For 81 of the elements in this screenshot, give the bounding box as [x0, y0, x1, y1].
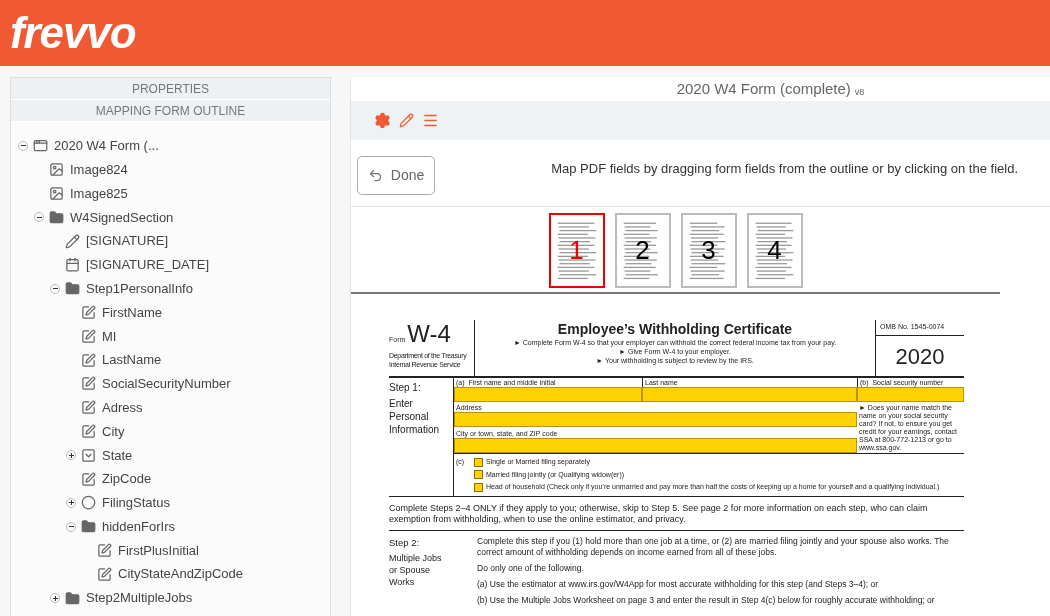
image-icon: [49, 162, 64, 178]
section-header[interactable]: MAPPING FORM OUTLINE: [11, 100, 330, 122]
mapped-field[interactable]: [454, 438, 857, 453]
form-title: 2020 W4 Form (complete): [676, 78, 851, 99]
page-thumbnail[interactable]: 1: [548, 213, 605, 288]
form-icon: [33, 138, 48, 154]
tree-item[interactable]: LastName: [102, 350, 162, 370]
checkbox[interactable]: [474, 470, 483, 480]
step-heading: Step 2:: [389, 535, 421, 550]
tree-item[interactable]: [SIGNATURE_DATE]: [86, 255, 210, 275]
step-paragraph: (b) Use the Multiple Jobs Worksheet on page 3 and enter the result in Step 4(c) below for roughly accurate withholding; or: [477, 594, 936, 606]
mapped-field[interactable]: [454, 412, 857, 427]
step-paragraph: Do only one of the following.: [477, 562, 585, 574]
page-thumbnail[interactable]: 4: [746, 213, 803, 288]
undo-icon: [367, 168, 383, 183]
tree-item[interactable]: State: [102, 445, 133, 465]
edit-icon: [81, 328, 96, 344]
form-year: 2020: [894, 342, 946, 371]
step-heading: Step 1:: [389, 381, 422, 395]
settings-icon[interactable]: [374, 112, 391, 129]
done-button[interactable]: Done: [357, 156, 435, 195]
folder-icon: [65, 281, 80, 297]
tree-item[interactable]: Image825: [70, 183, 128, 204]
folder-icon: [81, 519, 96, 535]
edit-icon: [81, 304, 96, 320]
page-thumbnail[interactable]: 3: [680, 213, 737, 288]
tree-item[interactable]: SocialSecurityNumber: [102, 374, 231, 394]
tree-item[interactable]: FirstPlusInitial: [118, 540, 199, 561]
folder-icon: [49, 209, 64, 225]
edit-icon: [81, 352, 96, 368]
mapped-field[interactable]: [642, 387, 857, 402]
expand-toggle[interactable]: [50, 593, 60, 604]
pencil-icon[interactable]: [399, 113, 414, 128]
edit-icon: [81, 376, 96, 392]
image-icon: [49, 186, 64, 201]
edit-icon: [81, 423, 96, 439]
hint-text: Map PDF fields by dragging form fields from the outline or by clicking on the field.: [551, 160, 1018, 178]
step-paragraph: Complete this step if you (1) hold more than one job at a time, or (2) are married filing jointly and your spouse also works. The correct amount of withholding depends on income earned from all of these jobs.: [477, 535, 950, 558]
calendar-icon: [65, 257, 80, 273]
step-subheading: Enter Personal Information: [389, 397, 441, 436]
certificate-title: Employee’s Withholding Certificate: [557, 320, 793, 338]
expand-toggle[interactable]: [50, 283, 60, 294]
tree-item[interactable]: CityStateAndZipCode: [118, 564, 243, 584]
tree-item[interactable]: FilingStatus: [102, 493, 170, 513]
tree-item[interactable]: [SIGNATURE]: [86, 231, 169, 251]
edit-icon: [81, 400, 96, 416]
checkbox[interactable]: [474, 457, 483, 467]
tree-item[interactable]: FirstName: [102, 302, 162, 323]
tree-item[interactable]: ZipCode: [102, 469, 152, 489]
expand-toggle[interactable]: [18, 140, 28, 151]
folder-icon: [65, 590, 80, 606]
version-label: v8: [854, 86, 865, 100]
page-thumbnail[interactable]: 2: [614, 213, 671, 288]
tree-item[interactable]: hiddenForIrs: [102, 516, 175, 537]
tree-item[interactable]: Step2MultipleJobs: [86, 588, 193, 608]
pencil-icon: [65, 233, 80, 249]
menu-icon[interactable]: [422, 112, 439, 129]
notice-text: Complete Steps 2–4 ONLY if they apply to you; otherwise, skip to Step 5. See page 2 for more information on each step, who can claim exemption from withholding, when to use the online estimator, and privacy.: [389, 502, 964, 531]
dropdown-icon: [81, 447, 96, 463]
tree-item[interactable]: Step1PersonalInfo: [86, 278, 193, 299]
tree-item[interactable]: W4SignedSection: [70, 207, 174, 228]
tree-item[interactable]: City: [102, 421, 125, 442]
tree-item[interactable]: MI: [102, 326, 117, 346]
tree-item[interactable]: 2020 W4 Form (...: [54, 136, 159, 156]
radio-icon: [81, 495, 96, 511]
form-number: W-4: [407, 320, 451, 348]
checkbox[interactable]: [474, 482, 483, 492]
edit-icon: [97, 542, 112, 558]
expand-toggle[interactable]: [66, 450, 76, 461]
edit-icon: [97, 566, 112, 582]
mapped-field[interactable]: [857, 387, 964, 402]
step-paragraph: (a) Use the estimator at www.irs.gov/W4App for most accurate withholding for this step (and Steps 3–4); or: [477, 578, 880, 590]
step-subheading: Multiple Jobs or Spouse Works: [389, 551, 443, 588]
tree-item[interactable]: Image824: [70, 159, 128, 180]
section-header[interactable]: PROPERTIES: [11, 78, 330, 100]
expand-toggle[interactable]: [34, 212, 44, 223]
edit-icon: [81, 471, 96, 487]
mapped-field[interactable]: [454, 387, 642, 402]
tree-item[interactable]: Adress: [102, 397, 143, 418]
expand-toggle[interactable]: [66, 521, 76, 532]
expand-toggle[interactable]: [66, 497, 76, 508]
